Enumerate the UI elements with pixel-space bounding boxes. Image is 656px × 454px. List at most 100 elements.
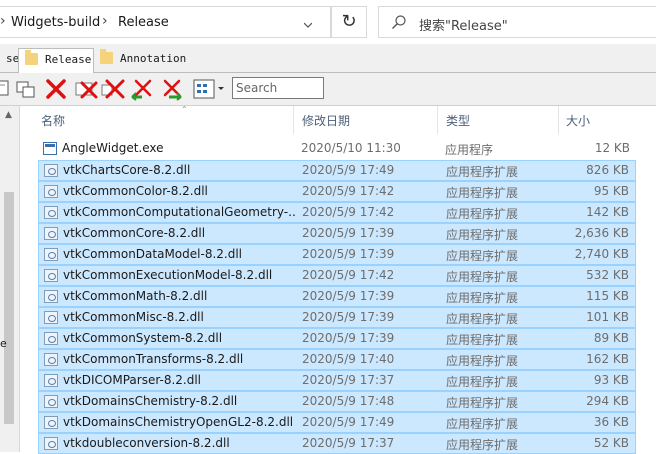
file-date: 2020/5/9 17:42 (302, 184, 395, 198)
file-row[interactable]: vtkCommonComputationalGeometry-... 2020/5… (38, 202, 636, 223)
file-date: 2020/5/9 17:39 (302, 226, 395, 240)
file-type: 应用程序扩展 (446, 249, 519, 263)
tab-release[interactable]: Release (18, 48, 94, 73)
file-type: 应用程序扩展 (446, 228, 519, 242)
breadcrumb-item[interactable]: Release (118, 15, 169, 30)
file-date: 2020/5/9 17:37 (302, 373, 395, 387)
navigation-item-label[interactable]: e (0, 337, 7, 350)
file-date: 2020/5/9 17:37 (302, 436, 395, 450)
delete-icon[interactable] (74, 77, 98, 101)
refresh-icon: ↻ (341, 11, 357, 32)
file-name: vtkCommonDataModel-8.2.dll (63, 247, 242, 261)
file-name: vtkCommonCore-8.2.dll (63, 226, 206, 240)
file-date: 2020/5/9 17:39 (302, 289, 395, 303)
file-row[interactable]: vtkCommonColor-8.2.dll 2020/5/9 17:42 应用程序… (38, 181, 636, 202)
tab-label: Annotation (120, 52, 187, 65)
file-row[interactable]: vtkCommonDataModel-8.2.dll 2020/5/9 17:39… (38, 244, 636, 265)
delete-icon[interactable] (44, 77, 68, 101)
column-header-date[interactable]: 修改日期 (302, 112, 350, 129)
file-size: 52 KB (593, 436, 629, 450)
breadcrumb-chevron-icon[interactable]: › (0, 13, 6, 29)
file-size: 142 KB (586, 205, 629, 219)
file-name: AngleWidget.exe (62, 141, 164, 155)
file-row[interactable]: AngleWidget.exe 2020/5/10 11:30 应用程序 12 KB (38, 139, 636, 160)
file-date: 2020/5/9 17:49 (302, 415, 395, 429)
file-date: 2020/5/9 17:39 (302, 310, 395, 324)
address-bar[interactable]: › Widgets-build › Release (0, 6, 331, 38)
undo-icon[interactable] (130, 77, 154, 101)
file-date: 2020/5/9 17:42 (302, 268, 395, 282)
column-divider[interactable] (437, 106, 438, 134)
column-header-row: ⌃ 名称 修改日期 类型 大小 (20, 105, 656, 134)
folder-icon (25, 50, 38, 65)
breadcrumb-item[interactable]: Widgets-build (11, 15, 100, 30)
scrollbar-thumb[interactable] (4, 192, 14, 424)
file-size: 826 KB (586, 163, 629, 177)
file-type: 应用程序扩展 (446, 186, 519, 200)
exe-icon (43, 142, 57, 155)
breadcrumb-chevron-icon[interactable]: › (102, 13, 108, 29)
file-row[interactable]: vtkDomainsChemistry-8.2.dll 2020/5/9 17:4… (38, 391, 636, 412)
dll-icon (44, 395, 58, 408)
column-divider[interactable] (558, 106, 559, 134)
file-size: 89 KB (593, 331, 629, 345)
dll-icon (44, 416, 58, 429)
file-row[interactable]: vtkdoubleconversion-8.2.dll 2020/5/9 17:3… (38, 433, 636, 454)
file-row[interactable]: vtkCommonSystem-8.2.dll 2020/5/9 17:39 应用程… (38, 328, 636, 349)
file-name: vtkCommonMath-8.2.dll (63, 289, 208, 303)
file-row[interactable]: vtkCommonExecutionModel-8.2.dll 2020/5/9 … (38, 265, 636, 286)
file-name: vtkDomainsChemistryOpenGL2-8.2.dll (63, 415, 294, 429)
file-name: vtkdoubleconversion-8.2.dll (63, 436, 230, 450)
tab-previous[interactable]: se (0, 48, 19, 72)
dll-icon (44, 437, 58, 450)
search-placeholder: 搜索"Release" (419, 19, 508, 34)
file-row[interactable]: vtkCommonCore-8.2.dll 2020/5/9 17:39 应用程序扩… (38, 223, 636, 244)
column-header-name[interactable]: 名称 (41, 112, 65, 129)
file-name: vtkCommonMisc-8.2.dll (63, 310, 204, 324)
file-name: vtkCommonExecutionModel-8.2.dll (63, 268, 273, 282)
view-mode-icon[interactable] (192, 77, 226, 101)
column-divider[interactable] (293, 106, 294, 134)
dll-icon (44, 290, 58, 303)
file-date: 2020/5/10 11:30 (301, 141, 401, 155)
file-row[interactable]: vtkDICOMParser-8.2.dll 2020/5/9 17:37 应用程序… (38, 370, 636, 391)
search-box[interactable]: 搜索"Release" (378, 6, 656, 38)
folder-icon (100, 49, 113, 64)
file-name: vtkCommonComputationalGeometry-... (63, 205, 295, 219)
file-row[interactable]: vtkCommonTransforms-8.2.dll 2020/5/9 17:4… (38, 349, 636, 370)
redo-icon[interactable] (159, 77, 183, 101)
file-size: 101 KB (586, 310, 629, 324)
address-bar-area: › Widgets-build › Release ↻ 搜索"Release" (0, 0, 656, 44)
tab-annotation[interactable]: Annotation (94, 48, 187, 72)
file-size: 12 KB (594, 141, 630, 155)
dll-icon (44, 353, 58, 366)
file-size: 2,740 KB (574, 247, 629, 261)
file-row[interactable]: vtkCommonMath-8.2.dll 2020/5/9 17:39 应用程序扩… (38, 286, 636, 307)
column-header-type[interactable]: 类型 (446, 112, 470, 129)
navigation-pane: ▲ e (0, 106, 20, 452)
file-type: 应用程序扩展 (446, 438, 519, 452)
file-row[interactable]: vtkDomainsChemistryOpenGL2-8.2.dll 2020/5… (38, 412, 636, 433)
tab-label: Release (45, 53, 92, 66)
toolbar-search-input[interactable]: Search (232, 77, 324, 99)
dll-icon (44, 374, 58, 387)
column-header-size[interactable]: 大小 (566, 112, 590, 129)
file-type: 应用程序扩展 (446, 396, 519, 410)
file-size: 115 KB (586, 289, 629, 303)
chevron-down-icon[interactable] (304, 21, 312, 29)
file-name: vtkCommonColor-8.2.dll (63, 184, 208, 198)
tab-strip: se Release Annotation (0, 44, 656, 73)
sort-ascending-icon: ⌃ (181, 105, 188, 114)
file-size: 36 KB (593, 415, 629, 429)
dll-icon (44, 311, 58, 324)
dll-icon (44, 332, 58, 345)
file-row[interactable]: vtkCommonMisc-8.2.dll 2020/5/9 17:39 应用程序扩… (38, 307, 636, 328)
file-row[interactable]: vtkChartsCore-8.2.dll 2020/5/9 17:49 应用程序扩… (38, 160, 636, 181)
file-size: 162 KB (586, 352, 629, 366)
file-size: 95 KB (593, 184, 629, 198)
scroll-up-icon[interactable]: ▲ (5, 110, 12, 120)
file-name: vtkDomainsChemistry-8.2.dll (63, 394, 238, 408)
refresh-button[interactable]: ↻ (331, 6, 367, 38)
delete-icon[interactable] (101, 77, 125, 101)
copy-icon[interactable] (14, 77, 38, 101)
